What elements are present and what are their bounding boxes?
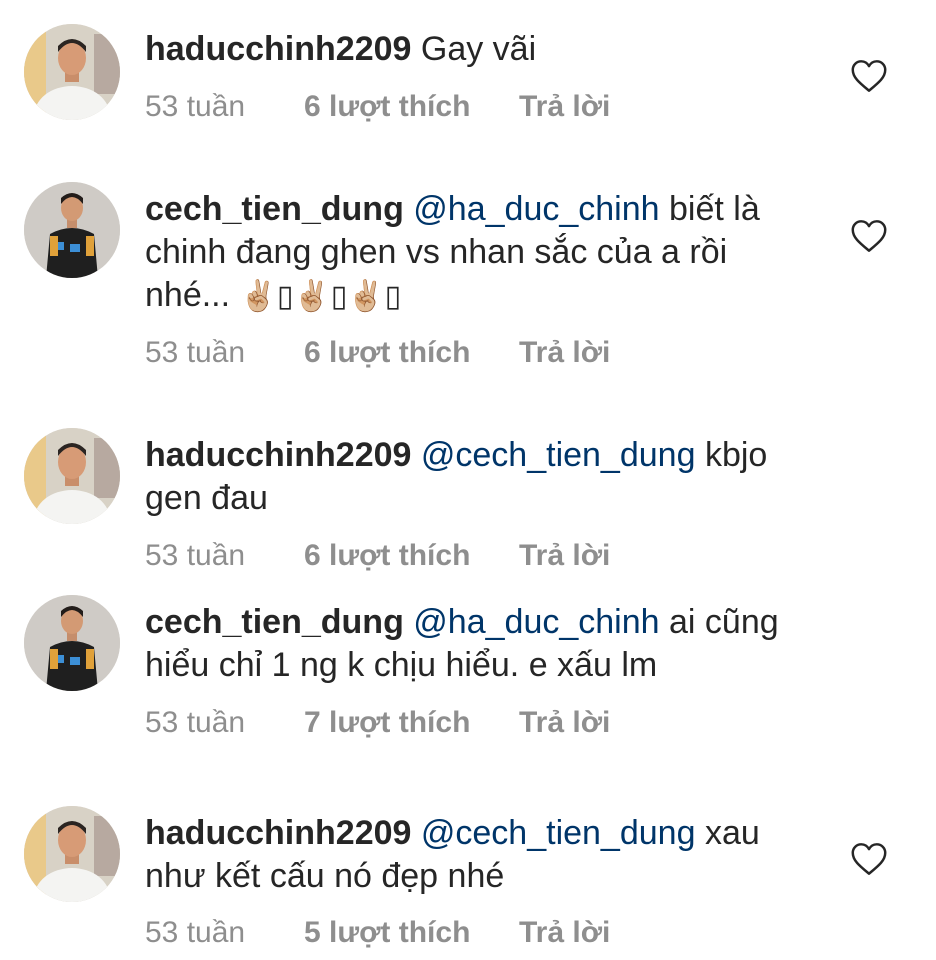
comment-text: cech_tien_dung @ha_duc_chinh biết là chi… (145, 188, 805, 318)
reply-button[interactable]: Trả lời (519, 536, 610, 576)
comment-text: haducchinh2209 @cech_tien_dung kbjo gen … (145, 434, 805, 520)
username-link[interactable]: cech_tien_dung (145, 190, 404, 228)
username-link[interactable]: haducchinh2209 (145, 30, 411, 68)
comment-text: haducchinh2209 @cech_tien_dung xau như k… (145, 812, 805, 898)
timestamp[interactable]: 53 tuần (145, 913, 245, 953)
mention-link[interactable]: @cech_tien_dung (421, 436, 696, 474)
avatar[interactable] (24, 182, 120, 278)
likes-count[interactable]: 6 lượt thích (304, 333, 470, 373)
likes-count[interactable]: 6 lượt thích (304, 536, 470, 576)
avatar-goalkeeper-image (24, 182, 120, 278)
mention-link[interactable]: @ha_duc_chinh (413, 603, 659, 641)
avatar-white-shirt-image (24, 428, 120, 524)
comment-body: Gay vãi (420, 30, 537, 68)
mention-link[interactable]: @cech_tien_dung (421, 814, 696, 852)
timestamp[interactable]: 53 tuần (145, 87, 245, 127)
reply-button[interactable]: Trả lời (519, 913, 610, 953)
avatar-goalkeeper-image (24, 595, 120, 691)
likes-count[interactable]: 7 lượt thích (304, 703, 470, 743)
username-link[interactable]: haducchinh2209 (145, 814, 411, 852)
mention-link[interactable]: @ha_duc_chinh (413, 190, 659, 228)
comment-text: haducchinh2209 Gay vãi (145, 28, 805, 71)
timestamp[interactable]: 53 tuần (145, 333, 245, 373)
likes-count[interactable]: 5 lượt thích (304, 913, 470, 953)
avatar-white-shirt-image (24, 806, 120, 902)
emoji-sequence: ✌🏼▯✌🏼▯✌🏼▯ (239, 280, 402, 313)
username-link[interactable]: cech_tien_dung (145, 603, 404, 641)
avatar[interactable] (24, 806, 120, 902)
heart-icon[interactable] (850, 59, 888, 93)
username-link[interactable]: haducchinh2209 (145, 436, 411, 474)
comment-text: cech_tien_dung @ha_duc_chinh ai cũng hiể… (145, 601, 805, 687)
timestamp[interactable]: 53 tuần (145, 703, 245, 743)
heart-icon[interactable] (850, 842, 888, 876)
avatar[interactable] (24, 428, 120, 524)
reply-button[interactable]: Trả lời (519, 87, 610, 127)
likes-count[interactable]: 6 lượt thích (304, 87, 470, 127)
avatar[interactable] (24, 595, 120, 691)
heart-icon[interactable] (850, 219, 888, 253)
reply-button[interactable]: Trả lời (519, 333, 610, 373)
avatar-white-shirt-image (24, 24, 120, 120)
avatar[interactable] (24, 24, 120, 120)
timestamp[interactable]: 53 tuần (145, 536, 245, 576)
reply-button[interactable]: Trả lời (519, 703, 610, 743)
